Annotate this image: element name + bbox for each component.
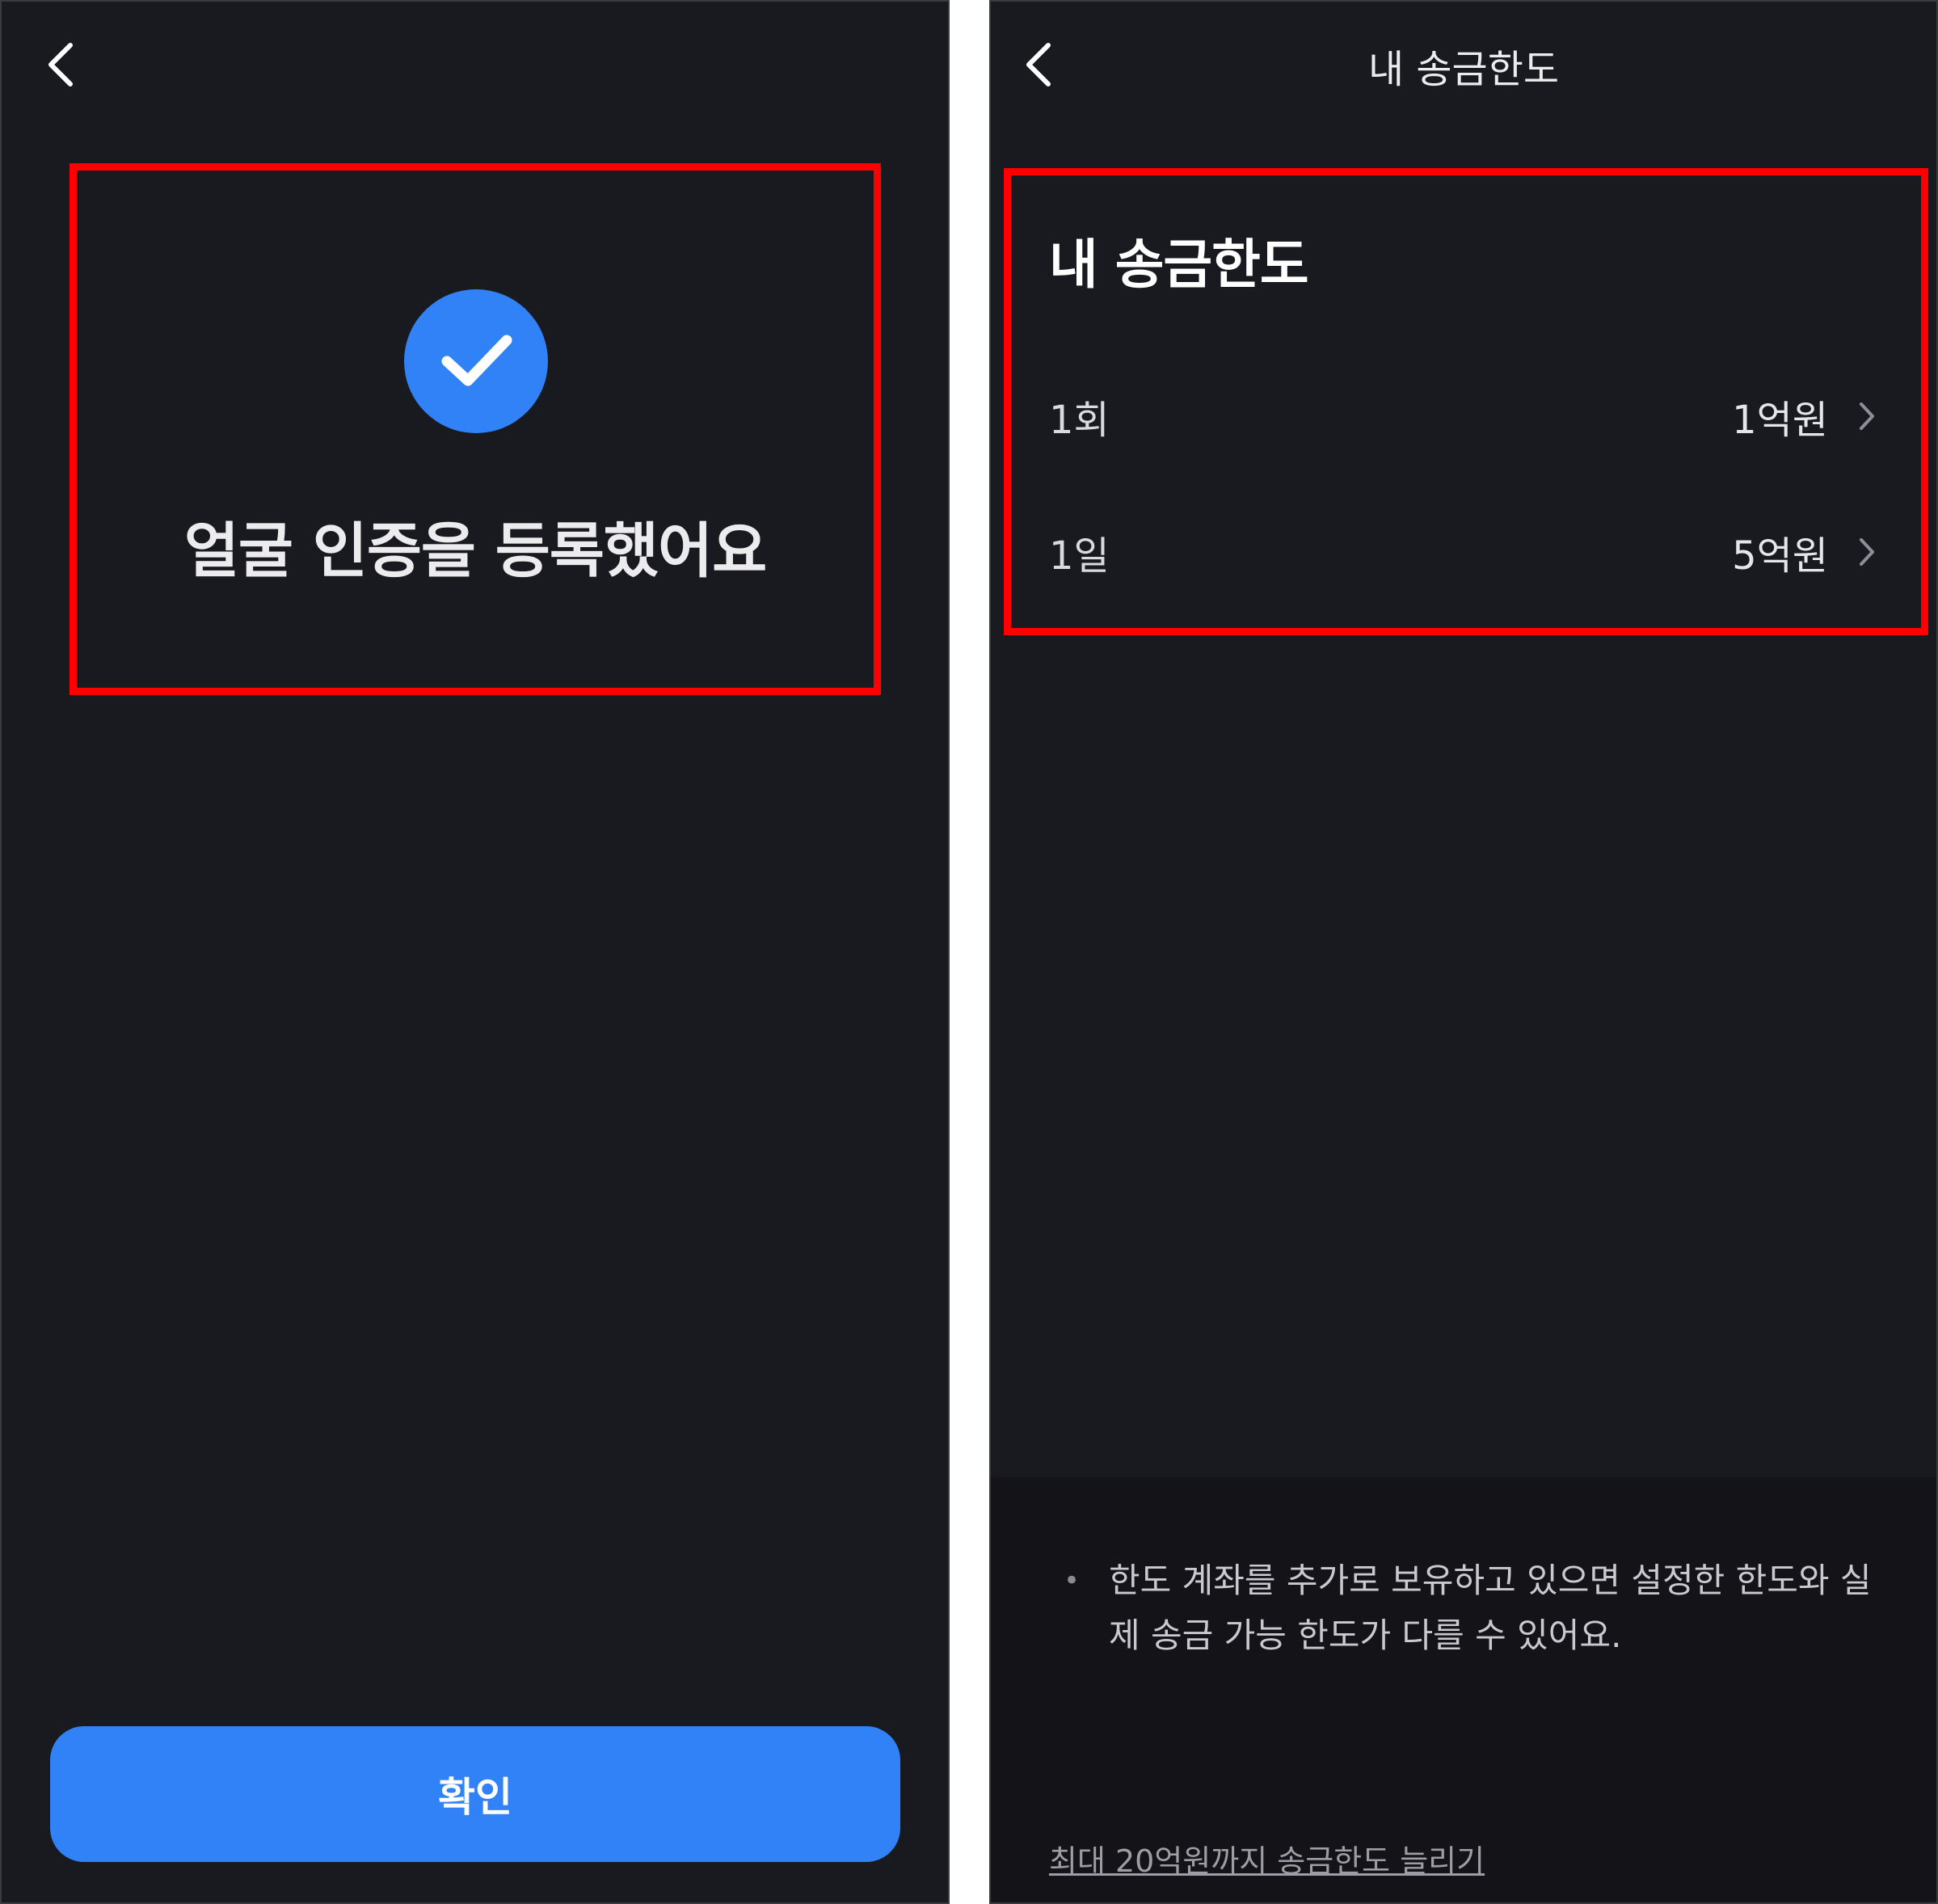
bullet: • bbox=[1064, 1565, 1081, 1597]
limit-label: 1일 bbox=[1049, 533, 1110, 579]
limit-value: 5억원 bbox=[1732, 533, 1828, 579]
check-circle-icon bbox=[404, 289, 548, 433]
section-title: 내 송금한도 bbox=[1049, 234, 1309, 296]
notice-item: • 한도 계좌를 추가로 보유하고 있으면 설정한 한도와 실제 송금 가능 한… bbox=[1064, 1553, 1872, 1663]
face-auth-success-screen: 얼굴 인증을 등록했어요 확인 bbox=[0, 0, 950, 1904]
limit-value: 1억원 bbox=[1732, 398, 1828, 443]
chevron-right-icon bbox=[1857, 396, 1881, 436]
notice-text: 한도 계좌를 추가로 보유하고 있으면 설정한 한도와 실제 송금 가능 한도가… bbox=[1109, 1561, 1872, 1655]
increase-limit-link[interactable]: 최대 20억원까지 송금한도 늘리기 bbox=[1049, 1836, 1485, 1881]
footer-notice-area: • 한도 계좌를 추가로 보유하고 있으면 설정한 한도와 실제 송금 가능 한… bbox=[991, 1477, 1936, 1902]
transfer-limit-screen: 내 송금한도 내 송금한도 1회 1억원 1일 5억원 • 한도 계좌를 추가로… bbox=[989, 0, 1938, 1904]
limit-row-per-transfer[interactable]: 1회 1억원 bbox=[1049, 380, 1881, 453]
confirm-button[interactable]: 확인 bbox=[50, 1726, 900, 1862]
page-title: 내 송금한도 bbox=[1367, 47, 1560, 92]
limit-row-per-day[interactable]: 1일 5억원 bbox=[1049, 516, 1881, 588]
chevron-left-icon bbox=[48, 43, 73, 86]
limit-label: 1회 bbox=[1049, 398, 1110, 443]
success-message: 얼굴 인증을 등록했어요 bbox=[183, 516, 767, 586]
chevron-right-icon bbox=[1857, 532, 1881, 572]
back-button[interactable] bbox=[32, 32, 89, 97]
